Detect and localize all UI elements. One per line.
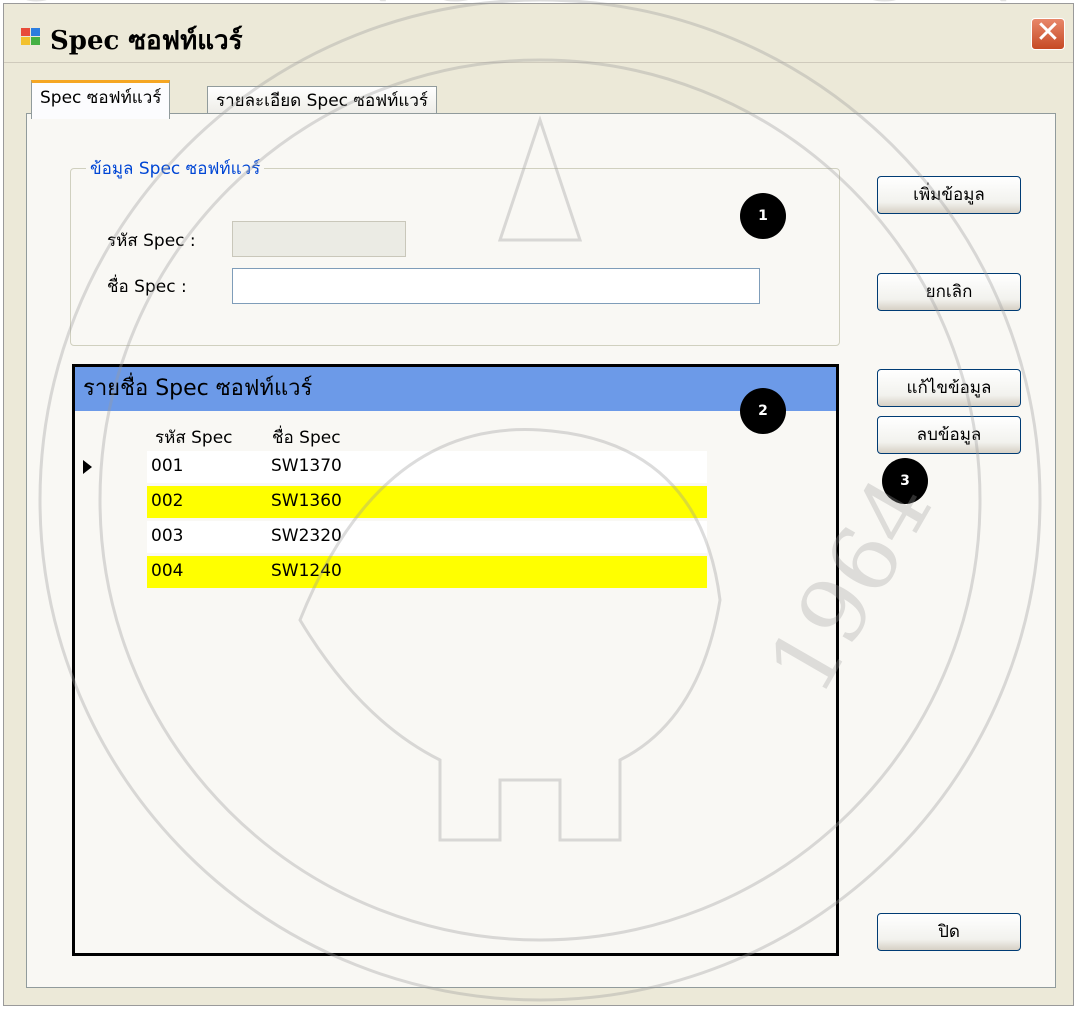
title-bar: Spec ซอฟท์แวร์ ✕ — [4, 4, 1073, 63]
cell-spec-code: 003 — [151, 526, 184, 546]
spec-name-label: ชื่อ Spec : — [107, 277, 187, 297]
window-title-en: Spec — [50, 26, 120, 56]
cell-spec-code: 001 — [151, 456, 184, 476]
cell-spec-name: SW1240 — [271, 561, 342, 581]
column-header-spec-code[interactable]: รหัส Spec — [155, 424, 233, 451]
tab-spec-software[interactable]: Spec ซอฟท์แวร์ — [31, 80, 171, 119]
spec-info-groupbox — [70, 168, 840, 346]
spec-name-field[interactable] — [232, 268, 760, 304]
cell-spec-code: 004 — [151, 561, 184, 581]
cell-spec-name: SW1360 — [271, 491, 342, 511]
table-row[interactable]: 002 SW1360 — [147, 486, 707, 518]
add-data-button[interactable]: เพิ่มข้อมูล — [877, 176, 1021, 214]
app-icon — [21, 28, 41, 46]
column-header-spec-name[interactable]: ชื่อ Spec — [272, 424, 341, 451]
window-title-th: ซอฟท์แวร์ — [128, 26, 243, 56]
groupbox-title: ข้อมูล Spec ซอฟท์แวร์ — [86, 155, 265, 182]
spec-code-label: รหัส Spec : — [107, 231, 196, 251]
close-icon: ✕ — [1035, 15, 1061, 50]
close-button[interactable]: ปิด — [877, 913, 1021, 951]
table-row[interactable]: 003 SW2320 — [147, 521, 707, 553]
callout-marker-2: 2 — [740, 388, 786, 434]
spec-code-field[interactable] — [232, 221, 406, 257]
cell-spec-name: SW1370 — [271, 456, 342, 476]
callout-marker-1: 1 — [740, 193, 786, 239]
current-row-indicator-icon — [83, 460, 92, 474]
table-row[interactable]: 001 SW1370 — [147, 451, 707, 483]
cell-spec-name: SW2320 — [271, 526, 342, 546]
table-row[interactable]: 004 SW1240 — [147, 556, 707, 588]
edit-data-button[interactable]: แก้ไขข้อมูล — [877, 369, 1021, 407]
cancel-button[interactable]: ยกเลิก — [877, 273, 1021, 311]
cell-spec-code: 002 — [151, 491, 184, 511]
delete-data-button[interactable]: ลบข้อมูล — [877, 416, 1021, 454]
spec-list-grid: รายชื่อ Spec ซอฟท์แวร์ รหัส Spec ชื่อ Sp… — [72, 364, 839, 956]
tab-spec-software-details[interactable]: รายละเอียด Spec ซอฟท์แวร์ — [207, 86, 438, 116]
callout-marker-3: 3 — [882, 458, 928, 504]
close-window-button[interactable]: ✕ — [1031, 18, 1065, 50]
window-title: Spec ซอฟท์แวร์ — [50, 20, 243, 61]
grid-caption: รายชื่อ Spec ซอฟท์แวร์ — [75, 367, 836, 411]
